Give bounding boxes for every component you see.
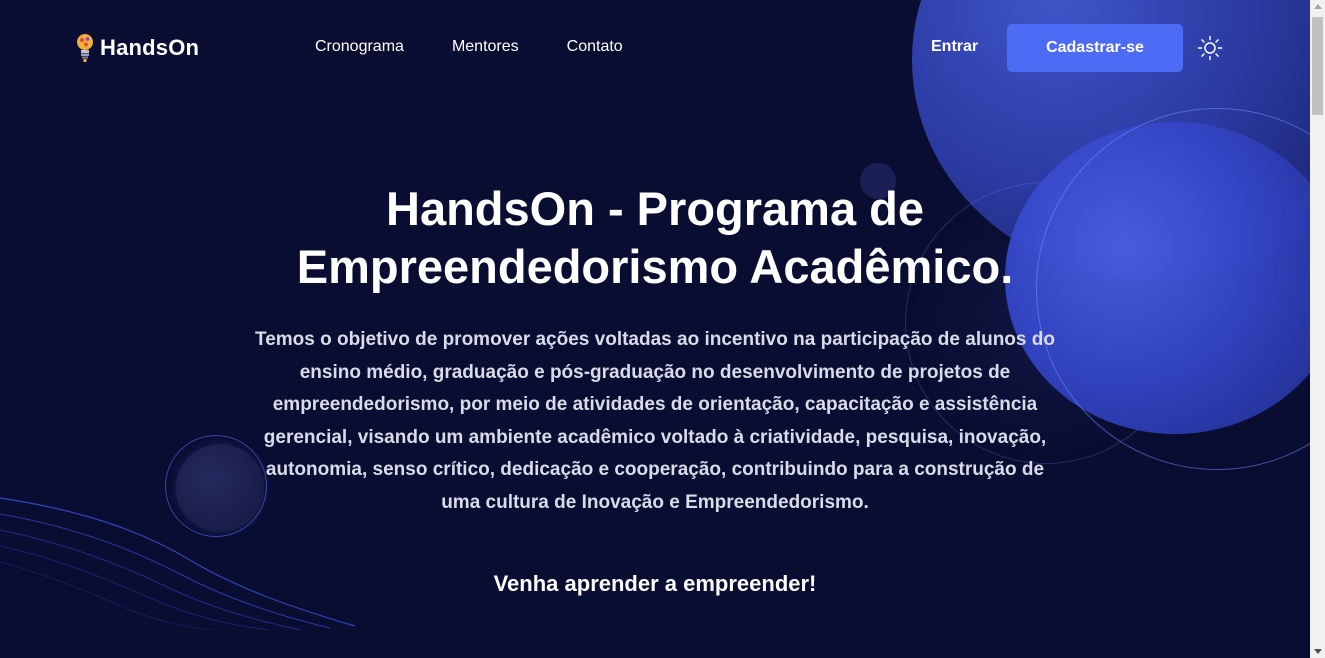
login-link[interactable]: Entrar	[931, 38, 978, 56]
nav-link-mentors[interactable]: Mentores	[452, 38, 519, 56]
main-nav: Cronograma Mentores Contato	[315, 38, 623, 56]
sun-icon[interactable]	[1197, 35, 1223, 61]
vertical-scrollbar[interactable]	[1310, 0, 1325, 658]
signup-button[interactable]: Cadastrar-se	[1007, 24, 1183, 72]
hero-description: Temos o objetivo de promover ações volta…	[255, 329, 1055, 513]
hero-title-line-1: HandsOn - Programa de	[386, 182, 924, 235]
scrollbar-thumb[interactable]	[1312, 17, 1323, 115]
hero-title-line-2: Empreendedorismo Acadêmico.	[296, 240, 1014, 293]
hero-call-to-action: Venha aprender a empreender!	[493, 571, 817, 596]
logo-text: HandsOn	[100, 35, 200, 60]
hero-title: HandsOn - Programa de Empreendedorismo A…	[245, 180, 1065, 296]
nav-link-schedule[interactable]: Cronograma	[315, 38, 404, 56]
scroll-up-arrow-icon[interactable]	[1314, 4, 1322, 9]
lightbulb-logo-icon	[77, 34, 93, 62]
scroll-down-arrow-icon[interactable]	[1314, 649, 1322, 654]
logo-link[interactable]: HandsOn	[76, 32, 199, 64]
top-navigation-bar: HandsOn Cronograma Mentores Contato Entr…	[0, 0, 1310, 96]
nav-link-contact[interactable]: Contato	[567, 38, 623, 56]
hero-section: HandsOn - Programa de Empreendedorismo A…	[0, 180, 1310, 597]
page: HandsOn Cronograma Mentores Contato Entr…	[0, 0, 1325, 658]
